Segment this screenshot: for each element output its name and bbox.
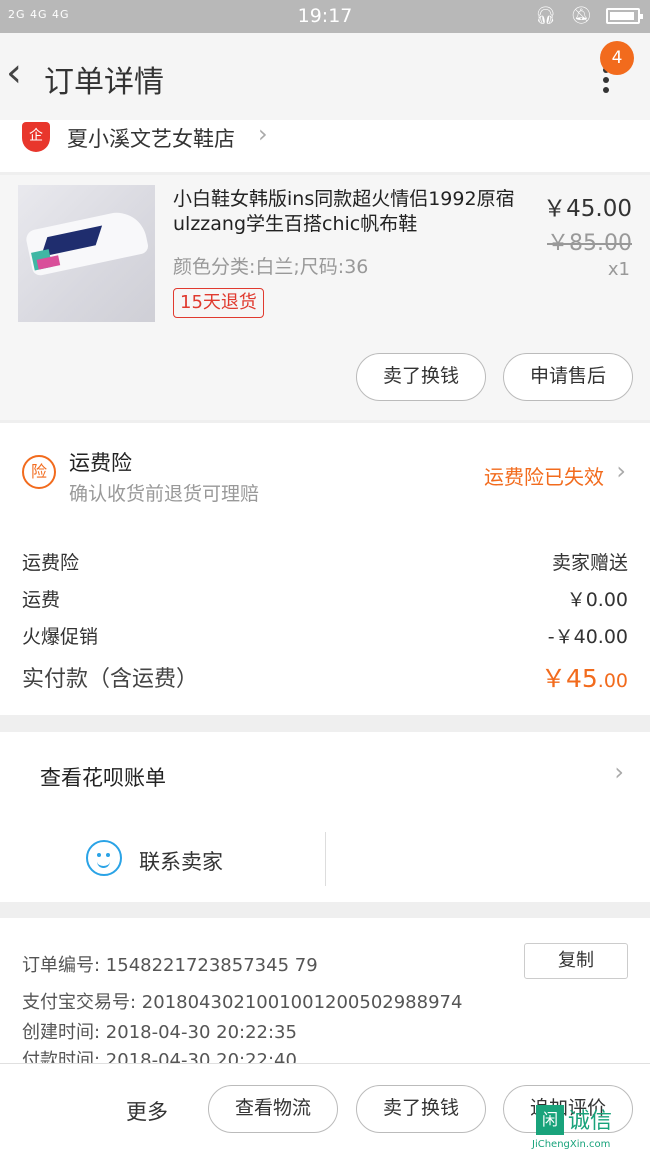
notification-badge: 4 [600, 41, 634, 75]
alipay-trade-number: 支付宝交易号: 2018043021001001200502988974 [22, 992, 463, 1013]
sell-button[interactable]: 卖了换钱 [356, 353, 486, 401]
product-thumbnail[interactable] [18, 185, 155, 322]
insurance-icon: 险 [22, 455, 56, 489]
actions-card: 查看花呗账单 › 联系卖家 [0, 732, 650, 902]
insurance-title: 运费险 [69, 451, 132, 475]
fee-label: 火爆促销 [22, 626, 99, 648]
huabei-bill-link[interactable]: 查看花呗账单 [40, 762, 166, 792]
order-number: 订单编号: 1548221723857345 79 [22, 955, 318, 976]
fee-value: 卖家赠送 [551, 552, 628, 574]
after-sale-button[interactable]: 申请售后 [503, 353, 633, 401]
shop-row[interactable]: 企 夏小溪文艺女鞋店 › [0, 120, 650, 172]
battery-icon [606, 8, 643, 24]
page-title: 订单详情 [44, 65, 164, 100]
chevron-right-icon: › [258, 120, 268, 148]
fee-label: 运费险 [22, 552, 80, 574]
contact-seller-icon[interactable] [86, 840, 122, 876]
paid-time: 付款时间: 2018-04-30 20:22:40 [22, 1050, 297, 1063]
insurance-status[interactable]: 运费险已失效 [484, 461, 604, 490]
payment-summary: 险 运费险 确认收货前退货可理赔 运费险已失效 › 运费险 卖家赠送 运费 ￥0… [0, 423, 650, 715]
app-header: ‹ 订单详情 4 [0, 33, 650, 120]
insurance-subtitle: 确认收货前退货可理赔 [69, 483, 260, 505]
contact-seller-button[interactable]: 联系卖家 [139, 846, 223, 876]
order-info: 订单编号: 1548221723857345 79 复制 支付宝交易号: 201… [0, 918, 650, 1063]
total-value: ￥45.00 [540, 664, 628, 693]
refund-tag: 15天退货 [173, 288, 264, 318]
divider [325, 832, 326, 886]
headset-icon: 🎧︎ [534, 6, 557, 26]
created-time: 创建时间: 2018-04-30 20:22:35 [22, 1022, 297, 1043]
watermark-text: 诚信 [568, 1109, 613, 1134]
fee-value: -￥40.00 [547, 626, 628, 648]
watermark: 闲 诚信 JiChengXin.com [532, 1105, 650, 1155]
product-name[interactable]: 小白鞋女韩版ins同款超火情侣1992原宿ulzzang学生百搭chic帆布鞋 [173, 187, 538, 237]
product-item[interactable]: 小白鞋女韩版ins同款超火情侣1992原宿ulzzang学生百搭chic帆布鞋 … [0, 175, 650, 420]
sell-button[interactable]: 卖了换钱 [356, 1085, 486, 1133]
shoe-image [24, 207, 150, 277]
status-icons: 🎧︎ 🔕︎ [534, 6, 643, 26]
more-button[interactable]: 更多 [126, 1096, 168, 1126]
logistics-button[interactable]: 查看物流 [208, 1085, 338, 1133]
status-bar: 2G 4G 4G 19:17 🎧︎ 🔕︎ [0, 0, 650, 33]
shop-name[interactable]: 夏小溪文艺女鞋店 [67, 123, 235, 153]
chevron-right-icon: › [614, 758, 624, 786]
fee-value: ￥0.00 [566, 589, 628, 611]
product-quantity: x1 [607, 259, 630, 280]
product-price: ￥45.00 [543, 196, 632, 222]
chevron-right-icon: › [616, 457, 626, 485]
watermark-url: JiChengXin.com [532, 1139, 611, 1150]
mute-bell-icon: 🔕︎ [570, 6, 592, 26]
fee-label: 运费 [22, 589, 61, 611]
shop-badge-icon: 企 [22, 122, 50, 152]
watermark-logo: 闲 [536, 1105, 564, 1135]
product-sku: 颜色分类:白兰;尺码:36 [173, 256, 369, 278]
total-label: 实付款（含运费） [22, 667, 199, 692]
copy-button[interactable]: 复制 [524, 943, 628, 979]
original-price: ￥85.00 [547, 231, 632, 256]
back-arrow-icon[interactable]: ‹ [6, 53, 38, 95]
